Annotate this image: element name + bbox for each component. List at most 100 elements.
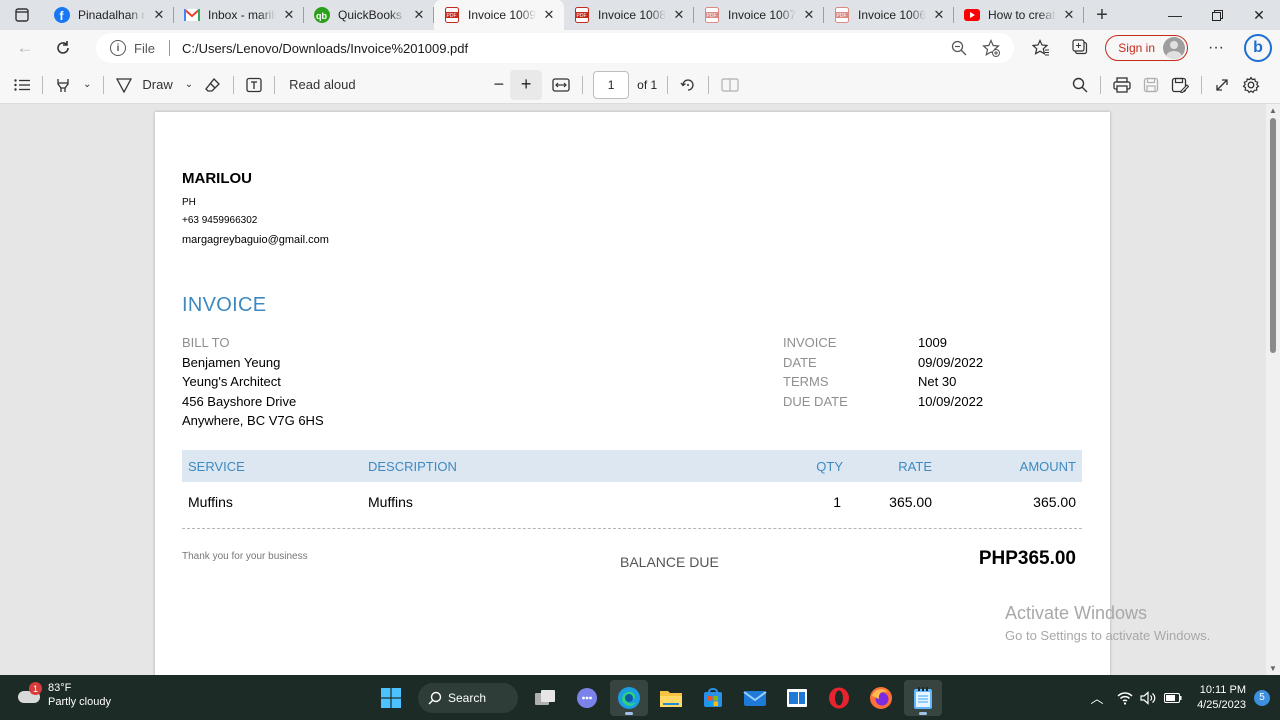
browser-tab[interactable]: PDF Invoice 1008.p ✕ — [564, 0, 694, 30]
pdf-viewer[interactable]: MARILOU PH +63 9459966302 margagreybagui… — [0, 104, 1280, 675]
close-tab-icon[interactable]: ✕ — [540, 6, 558, 24]
text-box-icon — [246, 77, 262, 92]
favorites-button[interactable] — [1021, 32, 1061, 64]
date-label: DATE — [783, 355, 817, 370]
vertical-scrollbar[interactable]: ▲ ▼ — [1266, 104, 1280, 675]
browser-tab[interactable]: Inbox - marilo ✕ — [174, 0, 304, 30]
clock-time: 10:11 PM — [1199, 683, 1246, 696]
draw-icon — [116, 77, 133, 93]
battery-button[interactable] — [1161, 683, 1185, 713]
weather-temperature: 83°F — [48, 682, 72, 694]
draw-options-button[interactable]: ⌄ — [179, 70, 199, 100]
page-view-button[interactable] — [715, 70, 745, 100]
save-as-icon — [1171, 77, 1189, 93]
teams-chat-button[interactable] — [568, 680, 606, 716]
speaker-icon — [1140, 690, 1156, 705]
zoom-out-button[interactable]: − — [488, 70, 511, 100]
tab-actions-button[interactable] — [0, 0, 44, 30]
close-tab-icon[interactable]: ✕ — [410, 6, 428, 24]
taskbar-apps: Search — [370, 679, 944, 717]
scrollbar-thumb[interactable] — [1270, 118, 1276, 353]
add-text-button[interactable] — [240, 70, 268, 100]
fullscreen-button[interactable] — [1208, 70, 1236, 100]
close-tab-icon[interactable]: ✕ — [1060, 6, 1078, 24]
rotate-button[interactable] — [674, 70, 702, 100]
collections-button[interactable] — [1061, 32, 1101, 64]
store-icon — [704, 688, 722, 707]
chevron-down-icon: ⌄ — [83, 79, 92, 90]
minimize-button[interactable]: — — [1154, 0, 1196, 30]
erase-button[interactable] — [199, 70, 227, 100]
column-header-amount: AMOUNT — [1019, 459, 1076, 474]
close-tab-icon[interactable]: ✕ — [800, 6, 818, 24]
notepad-button[interactable] — [904, 680, 942, 716]
search-icon — [1072, 77, 1088, 93]
browser-tab[interactable]: PDF Invoice 1007.p ✕ — [694, 0, 824, 30]
close-tab-icon[interactable]: ✕ — [280, 6, 298, 24]
opera-button[interactable] — [820, 680, 858, 716]
pdf-settings-button[interactable] — [1236, 70, 1266, 100]
zoom-in-button[interactable]: + — [510, 69, 543, 100]
browser-tab[interactable]: PDF Invoice 1006.p ✕ — [824, 0, 954, 30]
file-explorer-button[interactable] — [652, 680, 690, 716]
bing-chat-button[interactable]: b — [1244, 34, 1272, 62]
refresh-button[interactable] — [44, 32, 82, 64]
divider — [1100, 76, 1101, 94]
start-button[interactable] — [372, 680, 410, 716]
add-favorite-icon[interactable] — [978, 35, 1004, 61]
weather-widget[interactable]: 1 83°F Partly cloudy — [16, 681, 111, 709]
page-number-input[interactable]: 1 — [593, 70, 630, 99]
divider — [1201, 76, 1202, 94]
address-bar: ← i File C:/Users/Lenovo/Downloads/Invoi… — [0, 30, 1280, 66]
chevron-up-icon: ︿ — [1090, 691, 1104, 706]
scroll-down-icon[interactable]: ▼ — [1269, 664, 1277, 673]
new-tab-button[interactable]: + — [1084, 0, 1120, 30]
browser-tab[interactable]: qb QuickBooks ✕ — [304, 0, 434, 30]
volume-button[interactable] — [1137, 683, 1161, 713]
browser-tab-active[interactable]: PDF Invoice 1009.p ✕ — [434, 0, 564, 30]
clock[interactable]: 10:11 PM 4/25/2023 — [1197, 683, 1246, 713]
edge-taskbar-button[interactable] — [610, 680, 648, 716]
contents-button[interactable] — [8, 70, 36, 100]
highlight-options-button[interactable]: ⌄ — [77, 70, 97, 100]
facebook-icon: f — [54, 7, 70, 23]
mail-button[interactable] — [736, 680, 774, 716]
app-button[interactable] — [778, 680, 816, 716]
save-as-button[interactable] — [1165, 70, 1195, 100]
network-button[interactable] — [1113, 683, 1137, 713]
taskbar-search[interactable]: Search — [418, 683, 518, 713]
browser-tab[interactable]: How to create ✕ — [954, 0, 1084, 30]
maximize-button[interactable] — [1196, 0, 1238, 30]
task-view-button[interactable] — [526, 680, 564, 716]
fit-to-width-button[interactable] — [546, 70, 576, 100]
edge-icon — [618, 687, 640, 709]
close-tab-icon[interactable]: ✕ — [670, 6, 688, 24]
url-field[interactable]: i File C:/Users/Lenovo/Downloads/Invoice… — [96, 33, 1014, 63]
browser-tab[interactable]: f Pinadalhan ng ✕ — [44, 0, 174, 30]
find-button[interactable] — [1066, 70, 1094, 100]
highlight-button[interactable] — [49, 70, 77, 100]
column-header-description: DESCRIPTION — [368, 459, 457, 474]
sign-in-button[interactable]: Sign in — [1105, 35, 1188, 61]
url-text[interactable]: C:/Users/Lenovo/Downloads/Invoice%201009… — [182, 41, 940, 56]
show-hidden-icons-button[interactable]: ︿ — [1085, 683, 1109, 713]
print-button[interactable] — [1107, 70, 1137, 100]
close-window-button[interactable]: ✕ — [1238, 0, 1280, 30]
bill-to-label: BILL TO — [182, 335, 230, 350]
back-button[interactable]: ← — [6, 32, 44, 64]
microsoft-store-button[interactable] — [694, 680, 732, 716]
info-icon[interactable]: i — [110, 40, 126, 56]
firefox-icon — [870, 687, 892, 709]
firefox-button[interactable] — [862, 680, 900, 716]
pdf-icon: PDF — [704, 7, 720, 23]
browser-toolbar-right: Sign in ··· b — [1021, 30, 1280, 66]
settings-and-more-button[interactable]: ··· — [1196, 32, 1236, 64]
save-button[interactable] — [1137, 70, 1165, 100]
draw-button[interactable]: Draw — [110, 70, 178, 100]
scroll-up-icon[interactable]: ▲ — [1269, 106, 1277, 115]
read-aloud-button[interactable]: Read aloud — [283, 70, 362, 100]
close-tab-icon[interactable]: ✕ — [150, 6, 168, 24]
zoom-icon[interactable] — [946, 35, 972, 61]
notification-badge[interactable]: 5 — [1254, 689, 1270, 706]
close-tab-icon[interactable]: ✕ — [930, 6, 948, 24]
